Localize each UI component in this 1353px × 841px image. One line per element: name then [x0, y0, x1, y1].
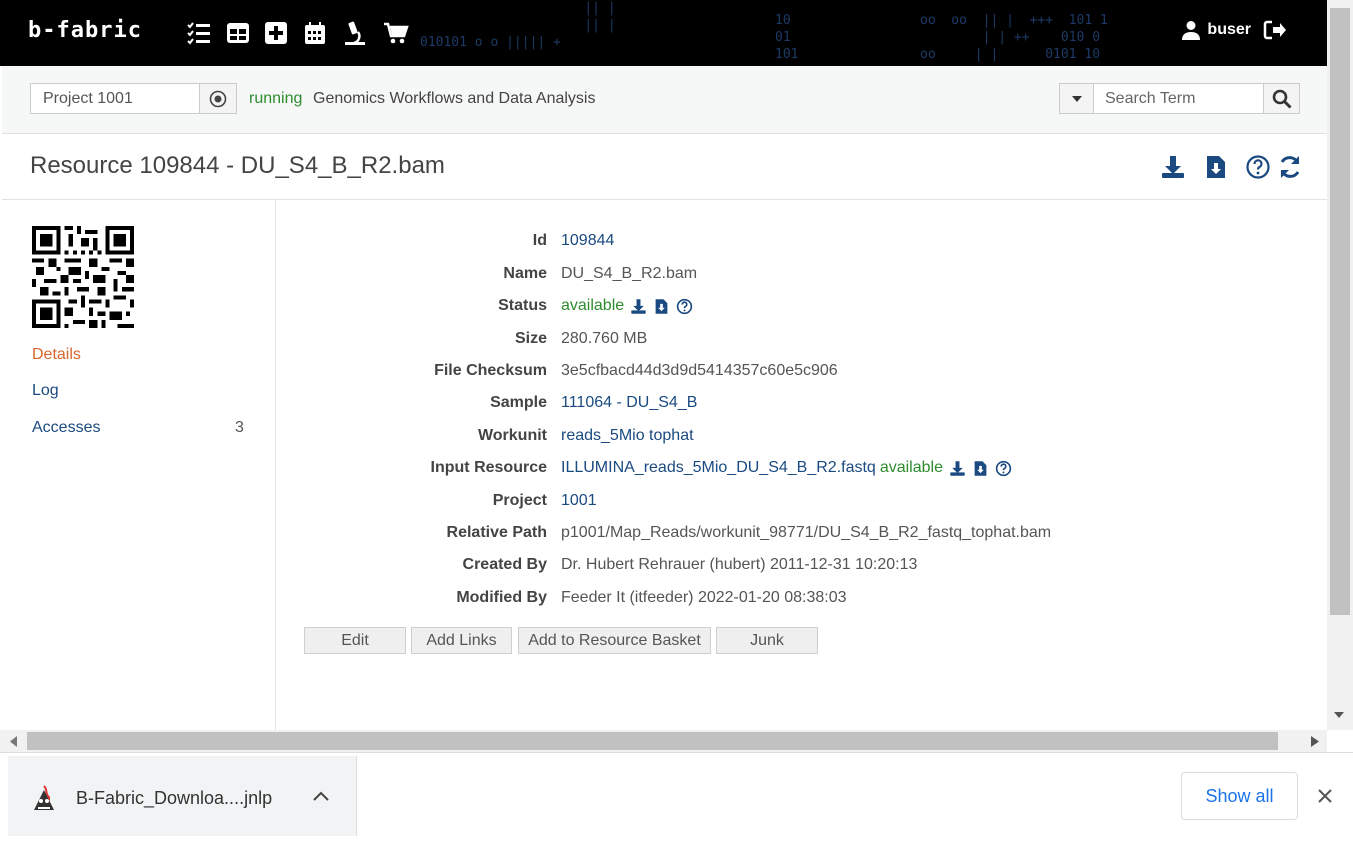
field-label: Sample: [490, 394, 547, 411]
id-value[interactable]: 109844: [561, 232, 614, 250]
plus-square-icon[interactable]: [263, 20, 289, 46]
matrix-decoration: oo oo || | +++ 101 1 | | ++ 010 0 oo | |…: [920, 13, 1108, 62]
show-all-button[interactable]: Show all: [1181, 772, 1298, 820]
sidebar-item-log[interactable]: Log: [32, 382, 59, 400]
help-icon[interactable]: [995, 460, 1012, 477]
download-icon[interactable]: [949, 460, 966, 477]
cart-icon[interactable]: [383, 20, 409, 46]
field-label: Workunit: [477, 427, 547, 444]
edit-button[interactable]: Edit: [304, 627, 406, 654]
vertical-scrollbar-thumb[interactable]: [1330, 8, 1350, 615]
add-to-basket-button[interactable]: Add to Resource Basket: [518, 627, 711, 654]
project-input[interactable]: Project 1001: [30, 83, 200, 114]
project-name[interactable]: Genomics Workflows and Data Analysis: [313, 90, 595, 108]
download-icon[interactable]: [1160, 154, 1186, 180]
created-by-value: Dr. Hubert Rehrauer (hubert) 2011-12-31 …: [561, 556, 918, 573]
field-label: File Checksum: [434, 362, 547, 379]
field-label: Modified By: [456, 589, 547, 606]
junk-button[interactable]: Junk: [716, 627, 818, 654]
sidebar-divider: [275, 200, 276, 730]
add-links-button[interactable]: Add Links: [411, 627, 512, 654]
scroll-left-arrow-icon[interactable]: [10, 736, 18, 747]
field-label: Relative Path: [446, 524, 547, 541]
logout-icon[interactable]: [1263, 20, 1287, 40]
file-download-icon[interactable]: [972, 460, 989, 477]
sample-link[interactable]: 111064 - DU_S4_B: [561, 394, 697, 412]
modified-by-value: Feeder It (itfeeder) 2022-01-20 08:38:03: [561, 589, 847, 606]
field-label: Status: [498, 297, 547, 314]
download-icon[interactable]: [630, 298, 647, 315]
chevron-up-icon[interactable]: [313, 791, 329, 801]
page-title: Resource 109844 - DU_S4_B_R2.bam: [30, 152, 445, 179]
sidebar-item-accesses[interactable]: Accesses: [32, 419, 100, 437]
search-scope-dropdown[interactable]: [1059, 83, 1094, 114]
relative-path-value: p1001/Map_Reads/workunit_98771/DU_S4_B_R…: [561, 524, 1052, 541]
java-file-icon: [34, 785, 54, 810]
field-label: Project: [492, 492, 547, 509]
status-value: available: [561, 297, 625, 314]
download-file-name[interactable]: B-Fabric_Downloa....jnlp: [76, 788, 272, 809]
help-icon[interactable]: [1245, 154, 1271, 180]
matrix-decoration: 10 01 101: [775, 13, 799, 62]
calendar-icon[interactable]: [302, 20, 328, 46]
close-icon[interactable]: [1317, 788, 1333, 804]
help-icon[interactable]: [676, 298, 693, 315]
target-icon: [209, 90, 227, 107]
scroll-right-arrow-icon[interactable]: [1311, 736, 1319, 747]
project-status: running: [249, 90, 303, 107]
file-download-icon[interactable]: [1203, 154, 1229, 180]
search-icon: [1272, 89, 1292, 109]
checklist-icon[interactable]: [186, 20, 212, 46]
user-icon: [1182, 21, 1201, 40]
accesses-count: 3: [235, 419, 244, 436]
checksum-value: 3e5cfbacd44d3d9d5414357c60e5c906: [561, 362, 838, 379]
size-value: 280.760 MB: [561, 330, 648, 347]
field-label: Name: [503, 265, 547, 282]
matrix-decoration: || | || | 010101 o o ||||| +: [420, 1, 616, 50]
input-resource-link[interactable]: ILLUMINA_reads_5Mio_DU_S4_B_R2.fastq: [561, 459, 876, 477]
field-label: Created By: [462, 556, 547, 573]
file-download-icon[interactable]: [653, 298, 670, 315]
input-resource-status: available: [879, 459, 943, 476]
user-menu[interactable]: buser: [1181, 20, 1287, 40]
search-button[interactable]: [1263, 83, 1300, 114]
sidebar-item-details[interactable]: Details: [32, 346, 81, 364]
scroll-down-arrow-icon[interactable]: [1333, 711, 1345, 719]
top-navbar: || | || | 010101 o o ||||| + 10 01 101 o…: [0, 0, 1327, 66]
qr-code-image: [32, 226, 134, 328]
horizontal-scrollbar-thumb[interactable]: [27, 732, 1278, 750]
search-input[interactable]: Search Term: [1093, 83, 1264, 114]
refresh-icon[interactable]: [1277, 154, 1303, 180]
project-select-button[interactable]: [200, 83, 237, 114]
table-icon[interactable]: [225, 20, 251, 46]
username: buser: [1207, 21, 1251, 38]
microscope-icon[interactable]: [342, 20, 368, 46]
field-label: Input Resource: [430, 459, 547, 476]
name-value: DU_S4_B_R2.bam: [561, 265, 698, 282]
project-link[interactable]: 1001: [561, 492, 597, 510]
field-label: Size: [514, 330, 547, 347]
field-label: Id: [532, 232, 547, 249]
workunit-link[interactable]: reads_5Mio tophat: [561, 427, 694, 445]
app-logo[interactable]: b-fabric: [28, 18, 142, 43]
caret-down-icon: [1071, 95, 1082, 102]
